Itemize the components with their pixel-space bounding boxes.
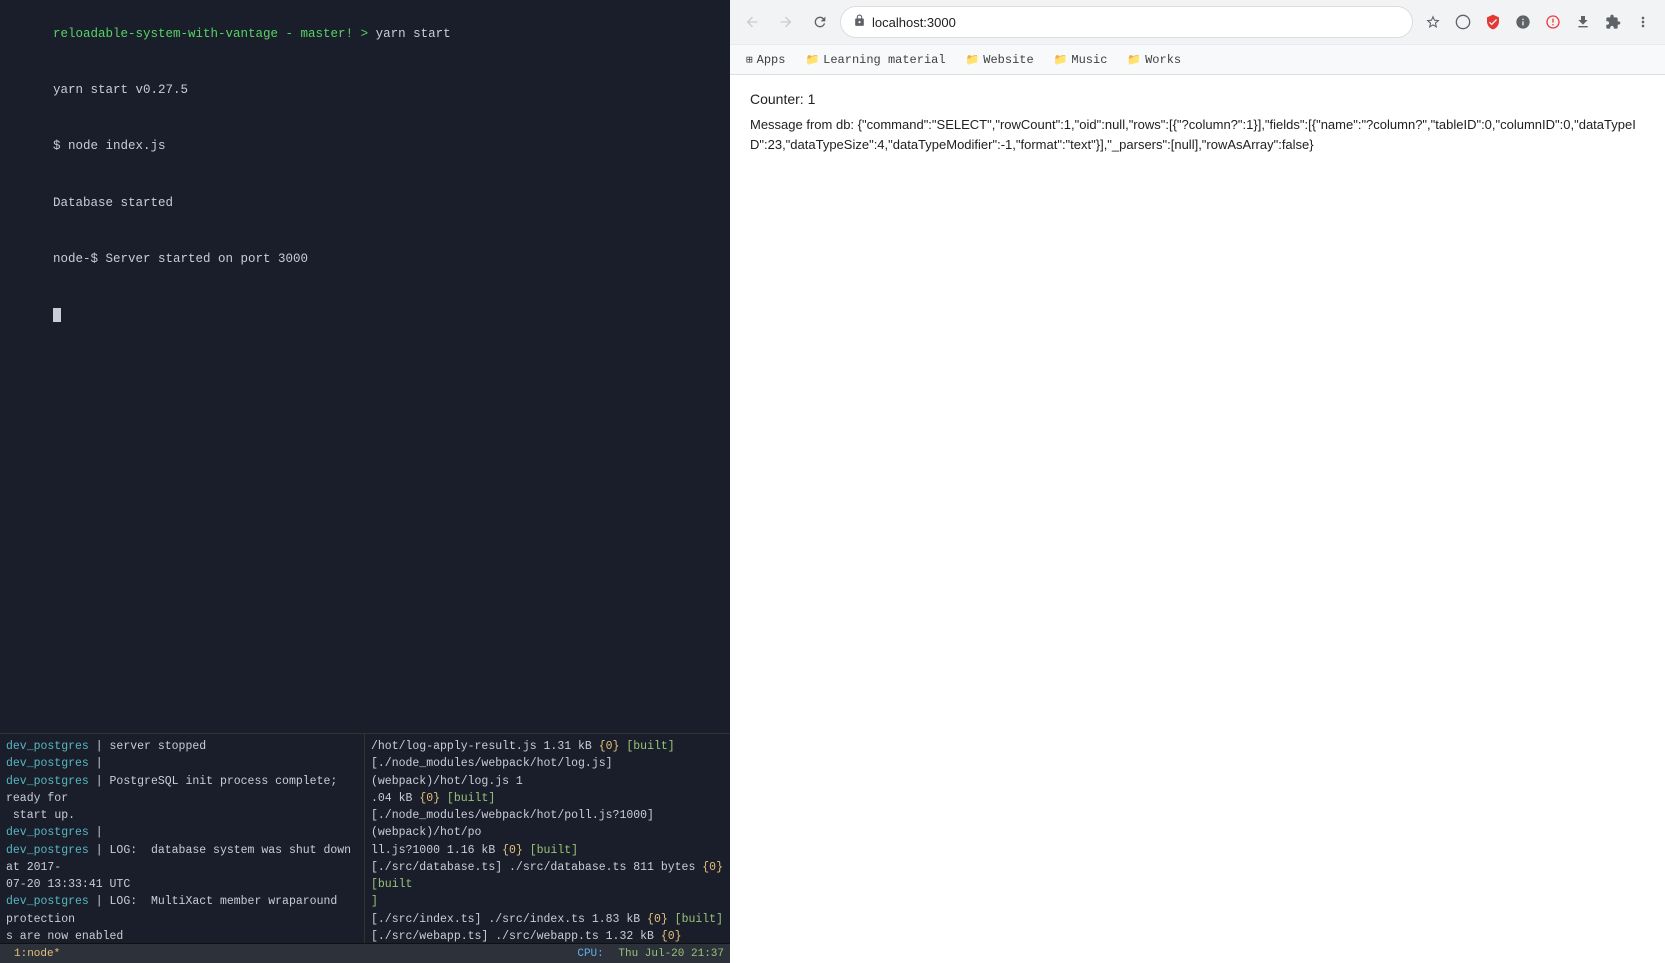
shield-icon-button[interactable] [1479, 8, 1507, 36]
menu-icon-button[interactable] [1629, 8, 1657, 36]
blog-line-8: dev_postgres | LOG: MultiXact member wra… [6, 893, 358, 928]
toolbar-right-icons [1419, 8, 1657, 36]
terminal-line-2: yarn start v0.27.5 [8, 62, 722, 118]
works-bookmark-icon: 📁 [1127, 53, 1141, 67]
bright-line-2: [./node_modules/webpack/hot/log.js] (web… [371, 755, 724, 790]
website-bookmark-icon: 📁 [966, 53, 980, 67]
blog-line-3: dev_postgres | PostgreSQL init process c… [6, 773, 358, 808]
blog-line-9: s are now enabled [6, 928, 358, 943]
message-label: Message from db: [750, 117, 858, 132]
bookmark-learning-material[interactable]: 📁 Learning material [797, 50, 953, 70]
bright-line-3: .04 kB {0} [built] [371, 790, 724, 807]
blog-line-1: dev_postgres | server stopped [6, 738, 358, 755]
bookmark-works-label: Works [1145, 53, 1181, 67]
bookmark-website[interactable]: 📁 Website [958, 50, 1042, 70]
terminal-cursor-line [8, 287, 722, 343]
bright-line-1: /hot/log-apply-result.js 1.31 kB {0} [bu… [371, 738, 724, 755]
message-value: {"command":"SELECT","rowCount":1,"oid":n… [750, 117, 1636, 152]
refresh-button[interactable] [806, 8, 834, 36]
cpu-label: CPU: [573, 947, 607, 961]
terminal-bottom: dev_postgres | server stopped dev_postgr… [0, 733, 730, 943]
apps-bookmark-icon: ⊞ [746, 53, 753, 67]
date-label: Thu Jul-20 21:37 [618, 948, 724, 960]
music-bookmark-icon: 📁 [1054, 53, 1068, 67]
browser-pane: ⊞ Apps 📁 Learning material 📁 Website 📁 M… [730, 0, 1665, 963]
browser-content: Counter: 1 Message from db: {"command":"… [730, 75, 1665, 963]
address-bar-container[interactable] [840, 6, 1413, 38]
terminal-line-1: reloadable-system-with-vantage - master!… [8, 6, 722, 62]
terminal-bottom-left: dev_postgres | server stopped dev_postgr… [0, 734, 365, 943]
browser-chrome: ⊞ Apps 📁 Learning material 📁 Website 📁 M… [730, 0, 1665, 75]
bright-line-8: [./src/index.ts] ./src/index.ts 1.83 kB … [371, 911, 724, 928]
bright-line-7: ] [371, 893, 724, 910]
blog-line-2: dev_postgres | [6, 755, 358, 772]
vivaldi-icon-button[interactable] [1539, 8, 1567, 36]
message-display: Message from db: {"command":"SELECT","ro… [750, 115, 1645, 154]
learning-material-bookmark-icon: 📁 [805, 53, 819, 67]
bookmarks-bar: ⊞ Apps 📁 Learning material 📁 Website 📁 M… [730, 44, 1665, 74]
blog-line-4: start up. [6, 807, 358, 824]
extension-icon-button[interactable] [1599, 8, 1627, 36]
vim-status-bar: 1:node* CPU: Thu Jul-20 21:37 [0, 943, 730, 963]
bookmark-apps-label: Apps [757, 53, 786, 67]
info-icon-button[interactable] [1509, 8, 1537, 36]
lock-icon [853, 14, 866, 31]
bookmark-works[interactable]: 📁 Works [1119, 50, 1189, 70]
bright-line-9: [./src/webapp.ts] ./src/webapp.ts 1.32 k… [371, 928, 724, 943]
blog-line-5: dev_postgres | [6, 824, 358, 841]
terminal-pane: reloadable-system-with-vantage - master!… [0, 0, 730, 963]
bookmark-music-label: Music [1071, 53, 1107, 67]
terminal-bottom-right: /hot/log-apply-result.js 1.31 kB {0} [bu… [365, 734, 730, 943]
download-icon-button[interactable] [1569, 8, 1597, 36]
bookmark-website-label: Website [983, 53, 1033, 67]
browser-toolbar [730, 0, 1665, 44]
bright-line-6: [./src/database.ts] ./src/database.ts 81… [371, 859, 724, 894]
terminal-line-5: node-$ Server started on port 3000 [8, 231, 722, 287]
bookmark-star-button[interactable] [1419, 8, 1447, 36]
forward-button[interactable] [772, 8, 800, 36]
bright-line-4: [./node_modules/webpack/hot/poll.js?1000… [371, 807, 724, 842]
terminal-top: reloadable-system-with-vantage - master!… [0, 0, 730, 733]
bookmark-apps[interactable]: ⊞ Apps [738, 50, 793, 70]
vim-right-status: CPU: Thu Jul-20 21:37 [573, 948, 724, 960]
refresh-icon-button[interactable] [1449, 8, 1477, 36]
address-input[interactable] [872, 15, 1400, 30]
terminal-line-3: $ node index.js [8, 119, 722, 175]
bright-line-5: ll.js?1000 1.16 kB {0} [built] [371, 842, 724, 859]
counter-display: Counter: 1 [750, 91, 1645, 107]
blog-line-6: dev_postgres | LOG: database system was … [6, 842, 358, 877]
bookmark-music[interactable]: 📁 Music [1046, 50, 1116, 70]
terminal-line-4: Database started [8, 175, 722, 231]
bookmark-learning-material-label: Learning material [823, 53, 945, 67]
back-button[interactable] [738, 8, 766, 36]
vim-filename: 1:node* [14, 948, 60, 960]
blog-line-7: 07-20 13:33:41 UTC [6, 876, 358, 893]
